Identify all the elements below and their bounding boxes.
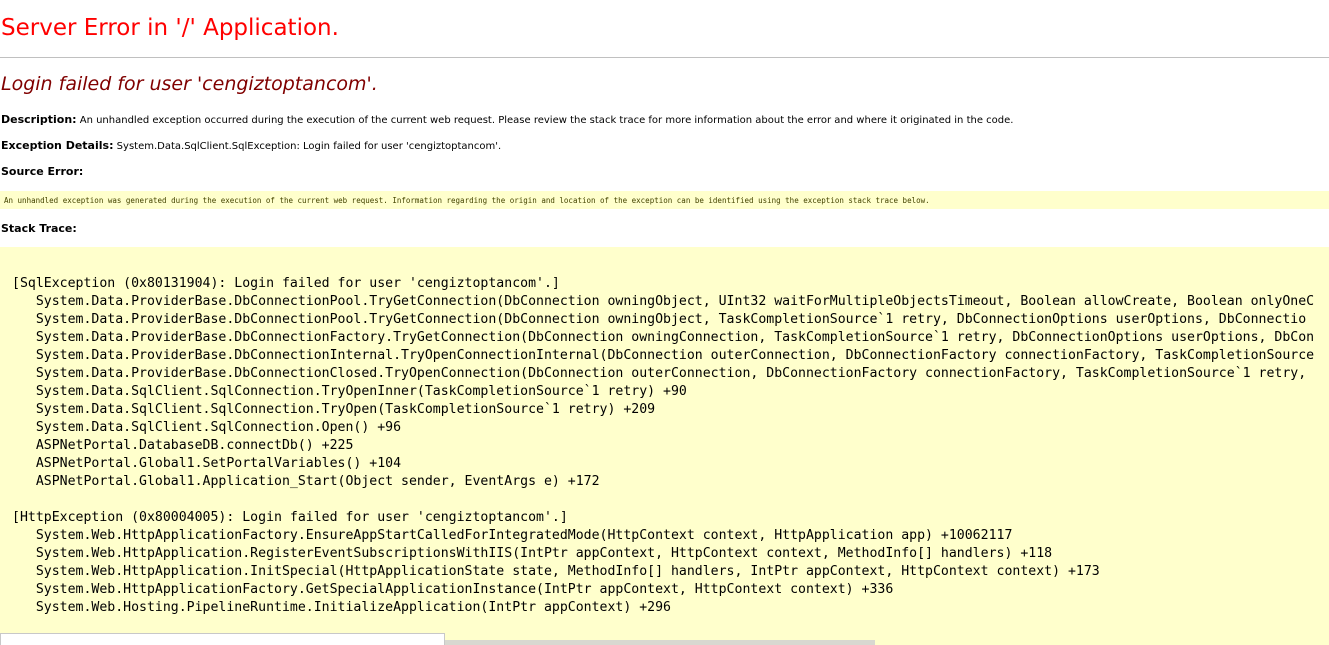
stack-trace-line: System.Web.HttpApplication.RegisterEvent… — [12, 546, 1053, 561]
exception-details-label: Exception Details: — [1, 139, 114, 152]
stack-trace-line: System.Data.ProviderBase.DbConnectionPoo… — [12, 294, 1315, 309]
stack-trace-label: Stack Trace: — [1, 222, 77, 235]
error-message: Login failed for user 'cengiztoptancom'. — [1, 73, 378, 95]
stack-trace-line: ASPNetPortal.DatabaseDB.connectDb() +225 — [12, 438, 354, 453]
source-error-box: An unhandled exception was generated dur… — [0, 191, 1329, 209]
stack-trace-line: [HttpException (0x80004005): Login faile… — [12, 510, 568, 525]
stack-trace-line: System.Data.SqlClient.SqlConnection.TryO… — [12, 402, 656, 417]
stack-trace-line: ASPNetPortal.Global1.Application_Start(O… — [12, 474, 600, 489]
stack-trace-line: System.Data.ProviderBase.DbConnectionFac… — [12, 330, 1315, 345]
stack-trace-line: System.Data.ProviderBase.DbConnectionInt… — [12, 348, 1315, 363]
source-error-label: Source Error: — [1, 165, 84, 178]
description-line: Description: An unhandled exception occu… — [1, 113, 1013, 126]
description-label: Description: — [1, 113, 77, 126]
stack-trace-line: System.Web.HttpApplication.InitSpecial(H… — [12, 564, 1100, 579]
stack-trace-line: System.Data.ProviderBase.DbConnectionClo… — [12, 366, 1315, 381]
stack-trace-line: System.Web.HttpApplicationFactory.Ensure… — [12, 528, 1013, 543]
title-divider — [0, 57, 1329, 58]
tooltip-popup — [0, 633, 445, 645]
stack-trace-line: System.Data.ProviderBase.DbConnectionPoo… — [12, 312, 1307, 327]
description-text: An unhandled exception occurred during t… — [79, 115, 1014, 126]
source-error-text: An unhandled exception was generated dur… — [4, 196, 930, 205]
stack-trace-line: System.Data.SqlClient.SqlConnection.TryO… — [12, 384, 687, 399]
exception-details-text: System.Data.SqlClient.SqlException: Logi… — [116, 141, 502, 152]
stack-trace-line: System.Web.Hosting.PipelineRuntime.Initi… — [12, 600, 671, 615]
exception-details-line: Exception Details: System.Data.SqlClient… — [1, 139, 501, 152]
stack-trace-line — [12, 491, 1314, 509]
stack-trace-line: System.Web.HttpApplicationFactory.GetSpe… — [12, 582, 894, 597]
stack-trace-line: [SqlException (0x80131904): Login failed… — [12, 276, 560, 291]
error-page: Server Error in '/' Application. Login f… — [0, 0, 1329, 645]
stack-trace-text: [SqlException (0x80131904): Login failed… — [12, 275, 1314, 617]
stack-trace-box[interactable]: [SqlException (0x80131904): Login failed… — [0, 247, 1329, 645]
page-title: Server Error in '/' Application. — [1, 15, 339, 41]
stack-trace-line: ASPNetPortal.Global1.SetPortalVariables(… — [12, 456, 402, 471]
stack-trace-line: System.Data.SqlClient.SqlConnection.Open… — [12, 420, 402, 435]
